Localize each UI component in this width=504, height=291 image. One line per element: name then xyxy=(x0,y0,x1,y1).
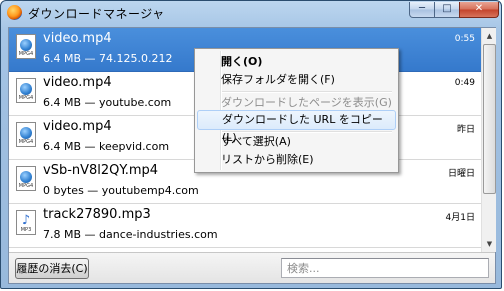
search-input[interactable] xyxy=(281,258,489,278)
minimize-button[interactable]: ─ xyxy=(409,2,435,18)
video-file-icon: MPG4 xyxy=(16,166,36,191)
window-title: ダウンロードマネージャ xyxy=(28,7,165,21)
maximize-button[interactable]: □ xyxy=(434,2,460,18)
download-info: 6.4 MB — keepvid.com xyxy=(43,140,170,153)
download-info: 0 bytes — youtubemp4.com xyxy=(43,184,199,197)
download-info: 6.4 MB — 74.125.0.212 xyxy=(43,52,173,65)
menu-item-select-all[interactable]: すべて選択(A) xyxy=(197,132,396,152)
download-filename: vSb-nV8l2QY.mp4 xyxy=(43,163,159,178)
download-item[interactable]: ♪ MP3 track27890.mp3 7.8 MB — dance-indus… xyxy=(9,204,481,248)
download-time: 4月1日 xyxy=(445,213,475,223)
download-filename: video.mp4 xyxy=(43,31,112,46)
download-info: 7.8 MB — dance-industries.com xyxy=(43,228,218,241)
video-file-icon: MPG4 xyxy=(16,78,36,103)
scroll-down-arrow-icon[interactable]: ▼ xyxy=(483,237,496,251)
scroll-up-arrow-icon[interactable]: ▲ xyxy=(483,29,496,43)
download-time: 日曜日 xyxy=(447,169,475,179)
download-time: 0:49 xyxy=(454,78,475,88)
download-filename: track27890.mp3 xyxy=(43,207,151,222)
audio-file-icon: ♪ MP3 xyxy=(16,210,36,235)
menu-item-remove[interactable]: リストから削除(E) xyxy=(197,150,396,170)
menu-item-open-folder[interactable]: 保存フォルダを開く(F) xyxy=(197,70,396,90)
video-file-icon: MPG4 xyxy=(16,34,36,59)
menu-item-open[interactable]: 開く(O) xyxy=(197,52,396,72)
close-button[interactable]: ✕ xyxy=(459,2,499,18)
title-bar[interactable]: ダウンロードマネージャ ─ □ ✕ xyxy=(1,1,501,24)
context-menu: 開く(O) 保存フォルダを開く(F) ダウンロードしたページを表示(G) ダウン… xyxy=(194,48,399,173)
bottom-toolbar: 履歴の消去(C) xyxy=(9,252,495,283)
firefox-icon xyxy=(7,5,22,20)
clear-history-button[interactable]: 履歴の消去(C) xyxy=(15,258,89,279)
download-filename: video.mp4 xyxy=(43,75,112,90)
download-info: 6.4 MB — youtube.com xyxy=(43,96,172,109)
download-manager-window: ダウンロードマネージャ ─ □ ✕ MPG4 video.mp4 6.4 MB … xyxy=(0,0,502,289)
menu-item-copy-url[interactable]: ダウンロードした URL をコピー(L) xyxy=(197,110,396,144)
video-file-icon: MPG4 xyxy=(16,122,36,147)
download-time: 0:55 xyxy=(454,34,475,44)
scroll-thumb[interactable] xyxy=(483,44,496,194)
download-time: 昨日 xyxy=(456,125,475,135)
vertical-scrollbar[interactable]: ▲ ▼ xyxy=(481,28,496,252)
download-filename: video.mp4 xyxy=(43,119,112,134)
